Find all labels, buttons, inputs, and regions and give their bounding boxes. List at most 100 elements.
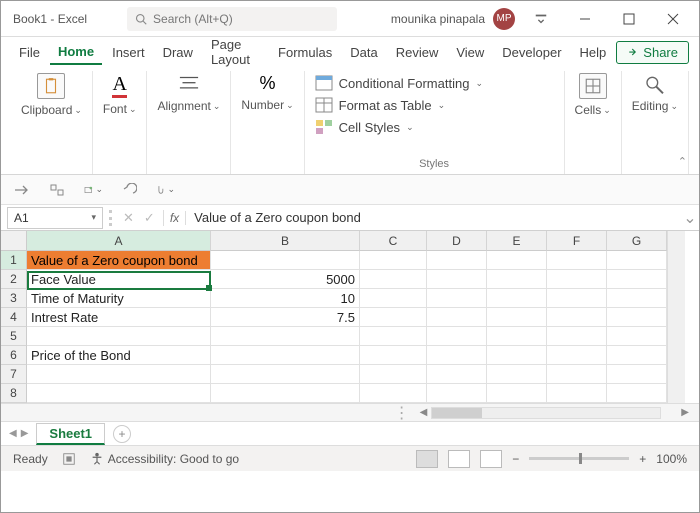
zoom-in-button[interactable]: + [639,452,646,466]
cell[interactable] [360,384,427,403]
cells-button[interactable]: Cells⌄ [575,103,611,117]
tab-formulas[interactable]: Formulas [270,41,340,64]
cell[interactable] [360,365,427,384]
cell-styles-button[interactable]: Cell Styles⌄ [315,119,554,135]
cell[interactable]: Face Value [27,270,211,289]
cell[interactable] [607,251,667,270]
vertical-scrollbar[interactable] [667,231,685,403]
tab-view[interactable]: View [448,41,492,64]
qat-btn-1[interactable] [11,180,31,200]
cell[interactable] [607,346,667,365]
cell[interactable] [547,251,607,270]
conditional-formatting-button[interactable]: Conditional Formatting⌄ [315,75,554,91]
percent-icon[interactable]: % [260,73,276,94]
cell[interactable] [607,327,667,346]
cell[interactable] [27,327,211,346]
undo-button[interactable] [119,180,139,200]
cell[interactable] [547,289,607,308]
cell[interactable] [360,346,427,365]
font-button[interactable]: Font⌄ [103,102,137,116]
search-input[interactable]: Search (Alt+Q) [127,7,337,31]
close-button[interactable] [655,7,691,31]
page-layout-view-button[interactable] [448,450,470,468]
cell[interactable] [487,346,547,365]
cell[interactable] [427,384,487,403]
cell[interactable] [547,365,607,384]
touch-mode-button[interactable]: ⌄ [155,180,175,200]
cancel-formula-icon[interactable]: ✕ [123,210,134,226]
user-name[interactable]: mounika pinapala [391,12,485,26]
row-header[interactable]: 7 [1,365,27,384]
row-header[interactable]: 4 [1,308,27,327]
maximize-button[interactable] [611,7,647,31]
cell[interactable] [27,365,211,384]
cell[interactable] [427,308,487,327]
cell[interactable] [487,327,547,346]
editing-button[interactable]: Editing⌄ [632,99,678,113]
cell[interactable] [427,289,487,308]
cell[interactable]: Price of the Bond [27,346,211,365]
cell[interactable] [547,308,607,327]
sheet-tab-active[interactable]: Sheet1 [36,423,105,445]
tab-developer[interactable]: Developer [494,41,569,64]
col-header-E[interactable]: E [487,231,547,251]
tab-help[interactable]: Help [572,41,615,64]
col-header-C[interactable]: C [360,231,427,251]
accessibility-status[interactable]: Accessibility: Good to go [90,452,239,466]
cell[interactable] [607,384,667,403]
avatar[interactable]: MP [493,8,515,30]
cell[interactable] [607,289,667,308]
cell[interactable] [547,270,607,289]
expand-formula-button[interactable]: ⌄ [681,208,699,228]
cell[interactable] [427,251,487,270]
cell[interactable] [211,327,360,346]
page-break-view-button[interactable] [480,450,502,468]
cell[interactable] [427,270,487,289]
alignment-icon[interactable] [176,73,202,95]
tab-data[interactable]: Data [342,41,385,64]
tab-review[interactable]: Review [388,41,447,64]
col-header-D[interactable]: D [427,231,487,251]
clipboard-icon[interactable] [37,73,65,99]
qat-btn-2[interactable] [47,180,67,200]
cell[interactable] [487,384,547,403]
col-header-A[interactable]: A [27,231,211,251]
cell[interactable]: 10 [211,289,360,308]
editing-icon[interactable] [643,73,667,95]
sheet-prev-button[interactable]: ◀ [9,428,17,439]
select-all-corner[interactable] [1,231,27,251]
cell[interactable] [211,346,360,365]
cell[interactable] [487,251,547,270]
qat-btn-3[interactable]: ⌄ [83,180,103,200]
minimize-button[interactable] [567,7,603,31]
ribbon-options-button[interactable] [523,7,559,31]
cell[interactable] [211,251,360,270]
cell[interactable] [360,308,427,327]
cell[interactable] [487,270,547,289]
cell[interactable] [211,365,360,384]
name-box[interactable]: A1▾ [7,207,103,229]
alignment-button[interactable]: Alignment⌄ [157,99,220,113]
tab-insert[interactable]: Insert [104,41,153,64]
cell[interactable] [360,289,427,308]
font-color-icon[interactable]: A [112,73,126,98]
row-header[interactable]: 3 [1,289,27,308]
cell[interactable]: 7.5 [211,308,360,327]
cell[interactable]: Value of a Zero coupon bond [27,251,211,270]
horizontal-scrollbar[interactable] [431,407,661,419]
row-header[interactable]: 6 [1,346,27,365]
tab-file[interactable]: File [11,41,48,64]
cell[interactable] [547,327,607,346]
col-header-G[interactable]: G [607,231,667,251]
cell[interactable] [360,251,427,270]
cell[interactable] [547,384,607,403]
cell[interactable] [607,365,667,384]
enter-formula-icon[interactable]: ✓ [144,210,155,226]
number-button[interactable]: Number⌄ [241,98,293,112]
share-button[interactable]: Share [616,41,689,64]
cell[interactable] [27,384,211,403]
cell[interactable] [211,384,360,403]
collapse-ribbon-button[interactable]: ⌃ [678,155,687,168]
col-header-B[interactable]: B [211,231,360,251]
cell[interactable] [607,270,667,289]
